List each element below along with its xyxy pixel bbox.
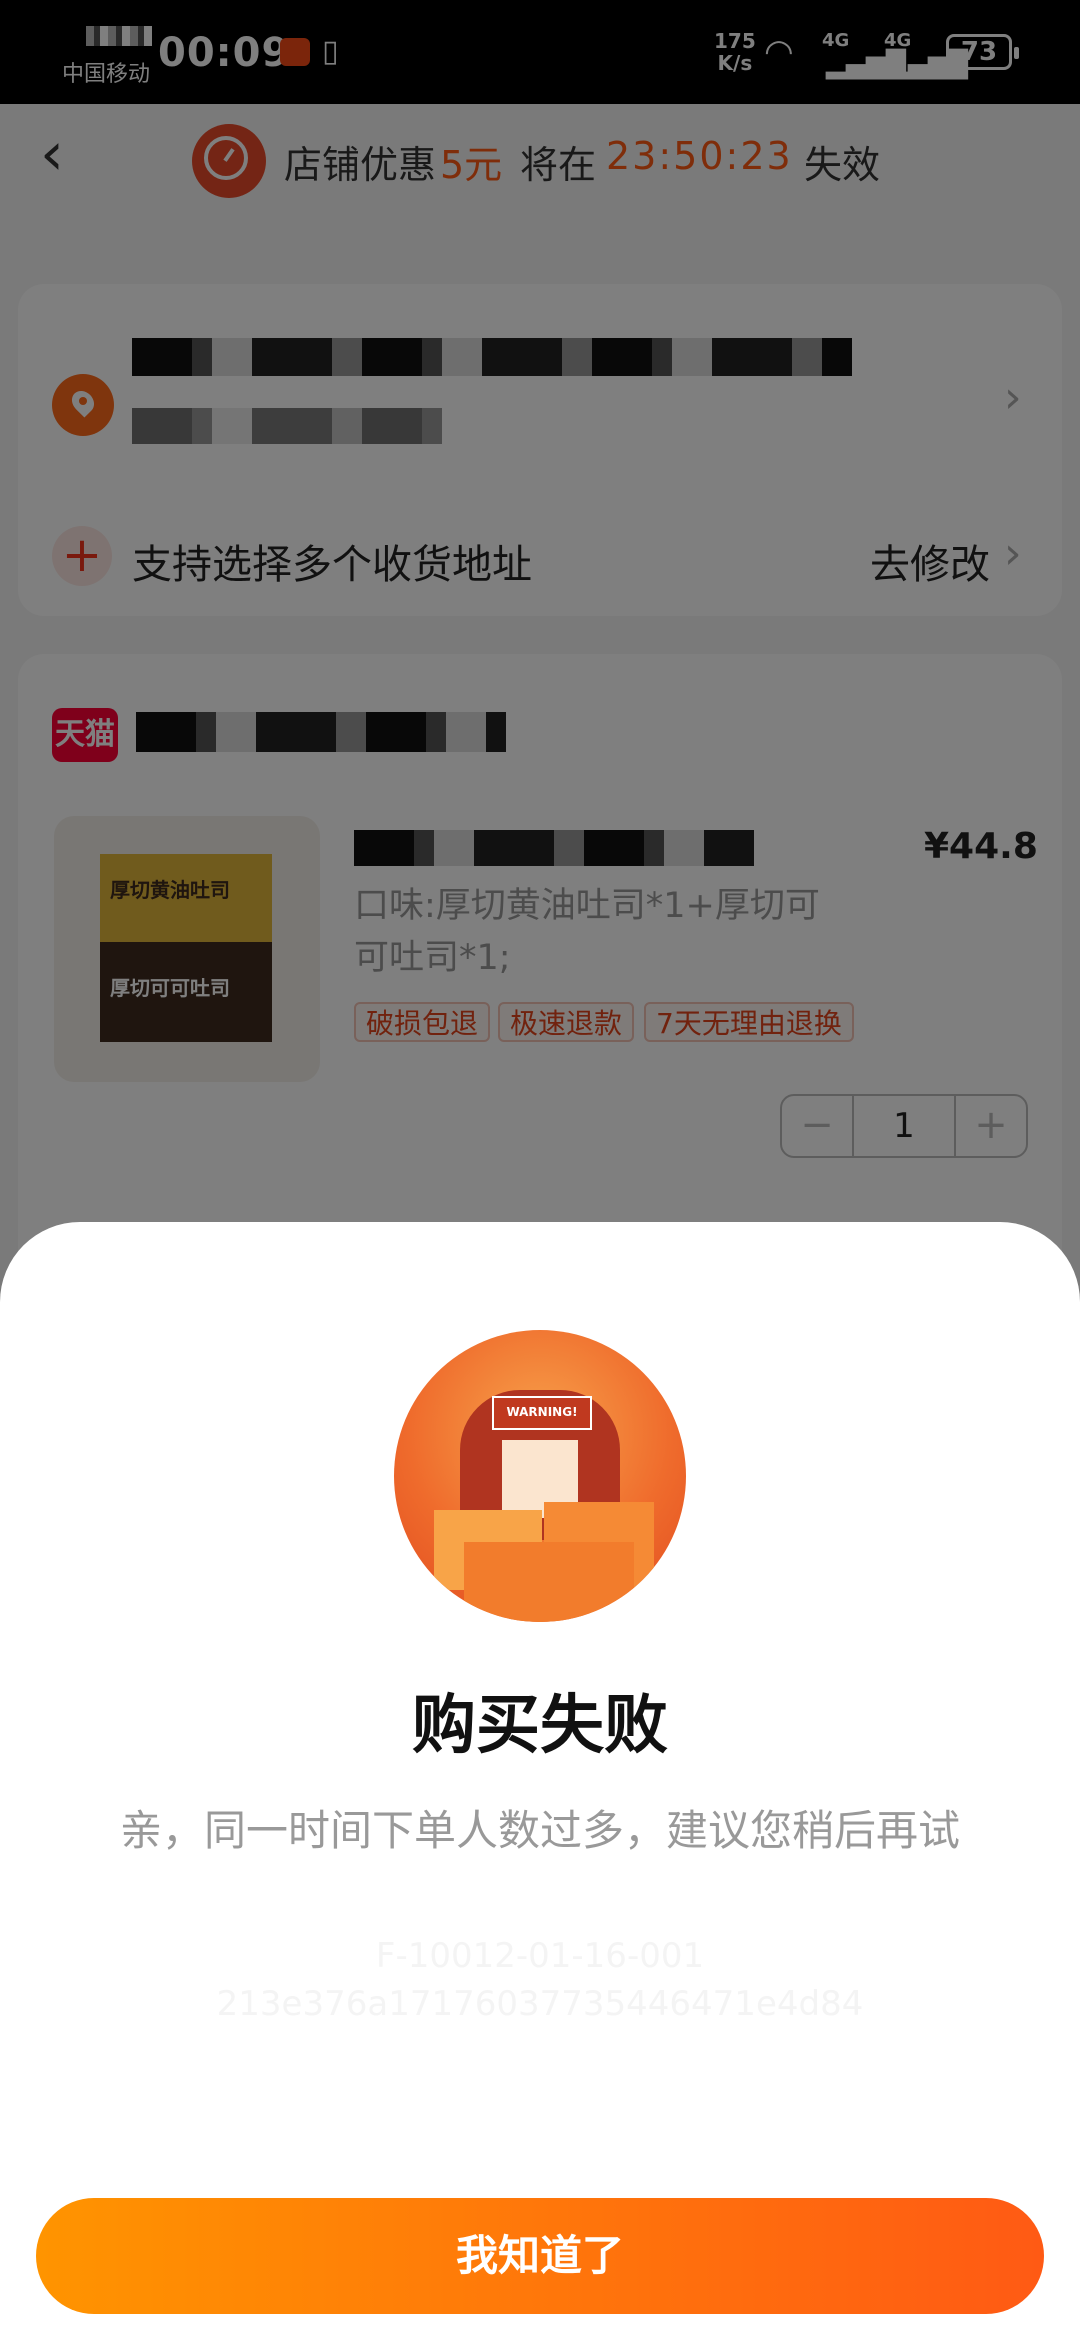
error-code-line-1: F-10012-01-16-001 <box>375 1936 705 1976</box>
dialog-title: 购买失败 <box>412 1689 668 1763</box>
confirm-button[interactable]: 我知道了 <box>36 2198 1044 2314</box>
dialog-message: 亲，同一时间下单人数过多，建议您稍后再试 <box>119 1806 960 1855</box>
error-code-line-2: 213e376a17176037735446471e4d84 <box>216 1984 864 2024</box>
delivery-warning-illustration: WARNING! <box>394 1330 686 1622</box>
error-code: F-10012-01-16-001 213e376a17176037735446… <box>0 1932 1080 2028</box>
